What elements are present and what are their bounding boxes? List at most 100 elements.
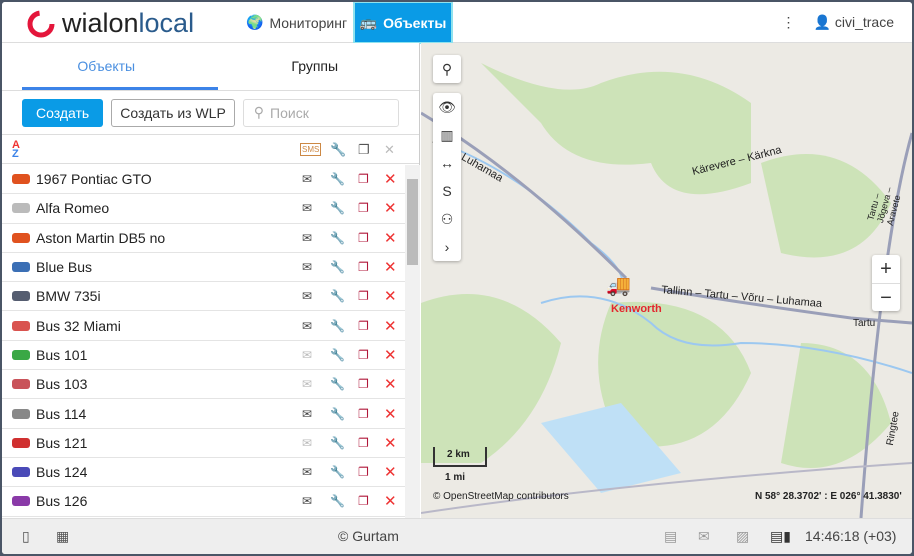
eye-icon[interactable]: 👁 bbox=[438, 93, 456, 121]
map-attribution[interactable]: © OpenStreetMap contributors bbox=[433, 491, 569, 502]
delete-icon[interactable]: ✕ bbox=[384, 346, 397, 364]
unit-row[interactable]: Bus 124 ✉ 🔧 ❐ ✕ bbox=[2, 458, 405, 488]
unit-row[interactable]: Bus 126 ✉ 🔧 ❐ ✕ bbox=[2, 487, 405, 517]
unit-name[interactable]: Bus 124 bbox=[36, 464, 87, 480]
map[interactable]: 🚚 Kenworth Tallinn – Tartu – Võru – Luha… bbox=[421, 43, 912, 518]
wrench-icon[interactable]: 🔧 bbox=[330, 436, 345, 450]
search-input[interactable]: ⚲ Поиск bbox=[242, 98, 399, 127]
unit-row[interactable]: Aston Martin DB5 no ✉ 🔧 ❐ ✕ bbox=[2, 224, 405, 253]
delete-icon[interactable]: ✕ bbox=[384, 229, 397, 247]
tab-objects[interactable]: Объекты bbox=[2, 43, 211, 90]
ruler-icon[interactable]: ↔ bbox=[440, 149, 454, 177]
copy-icon[interactable]: ❐ bbox=[358, 407, 369, 421]
delete-icon[interactable]: ✕ bbox=[384, 170, 397, 188]
zoom-out-button[interactable]: − bbox=[872, 283, 900, 311]
send-message-icon[interactable]: ✉ bbox=[302, 231, 312, 245]
unit-row[interactable]: Bus 32 Miami ✉ 🔧 ❐ ✕ bbox=[2, 311, 405, 341]
delete-icon[interactable]: ✕ bbox=[384, 434, 397, 452]
scrollbar-thumb[interactable] bbox=[407, 179, 418, 265]
copy-icon[interactable]: ❐ bbox=[358, 494, 369, 508]
delete-icon[interactable]: ✕ bbox=[384, 258, 397, 276]
send-message-icon[interactable]: ✉ bbox=[302, 289, 312, 303]
delete-icon[interactable]: ✕ bbox=[384, 287, 397, 305]
logo[interactable]: wialonlocal bbox=[26, 8, 194, 39]
send-message-icon[interactable]: ✉ bbox=[302, 348, 312, 362]
copy-icon[interactable]: ❐ bbox=[358, 201, 369, 215]
chevron-right-icon[interactable]: › bbox=[445, 233, 450, 261]
layout-icon[interactable]: ▤▮ bbox=[770, 528, 791, 545]
copy-icon[interactable]: ❐ bbox=[358, 289, 369, 303]
wrench-icon[interactable]: 🔧 bbox=[330, 377, 345, 391]
unit-row[interactable]: 1967 Pontiac GTO ✉ 🔧 ❐ ✕ bbox=[2, 165, 405, 195]
unit-name[interactable]: Bus 103 bbox=[36, 376, 87, 392]
map-layers-icon[interactable]: ▥ bbox=[440, 121, 453, 149]
user-menu[interactable]: 👤 civi_trace bbox=[814, 14, 894, 31]
wrench-icon[interactable]: 🔧 bbox=[330, 465, 345, 479]
wrench-icon[interactable]: 🔧 bbox=[330, 494, 345, 508]
tab-groups[interactable]: Группы bbox=[211, 43, 420, 90]
unit-name[interactable]: Bus 32 Miami bbox=[36, 318, 121, 334]
wrench-icon[interactable]: 🔧 bbox=[330, 231, 345, 245]
unit-marker-icon[interactable]: 🚚 bbox=[606, 273, 631, 298]
search-icon[interactable]: ⚲ bbox=[442, 55, 452, 83]
copy-icon[interactable]: ❐ bbox=[358, 172, 369, 186]
unit-name[interactable]: 1967 Pontiac GTO bbox=[36, 171, 152, 187]
unit-name[interactable]: Bus 101 bbox=[36, 347, 87, 363]
copy-icon[interactable]: ❐ bbox=[358, 436, 369, 450]
scrollbar[interactable] bbox=[405, 165, 420, 518]
send-message-icon[interactable]: ✉ bbox=[302, 201, 312, 215]
wrench-icon[interactable]: 🔧 bbox=[330, 407, 345, 421]
unit-row[interactable]: Bus 101 ✉ 🔧 ❐ ✕ bbox=[2, 341, 405, 371]
unit-name[interactable]: Blue Bus bbox=[36, 259, 92, 275]
copy-icon[interactable]: ❐ bbox=[358, 231, 369, 245]
unit-name[interactable]: BMW 735i bbox=[36, 288, 101, 304]
wrench-icon[interactable]: 🔧 bbox=[330, 319, 345, 333]
copy-icon[interactable]: ❐ bbox=[358, 260, 369, 274]
copy-icon[interactable]: ❐ bbox=[358, 377, 369, 391]
more-menu-icon[interactable]: ⋮ bbox=[782, 14, 796, 31]
wrench-icon[interactable]: 🔧 bbox=[330, 142, 346, 158]
unit-row[interactable]: Bus 103 ✉ 🔧 ❐ ✕ bbox=[2, 370, 405, 400]
delete-icon[interactable]: ✕ bbox=[384, 375, 397, 393]
copy-icon[interactable]: ❐ bbox=[358, 465, 369, 479]
copy-icon[interactable]: ❐ bbox=[358, 142, 370, 158]
unit-label[interactable]: Kenworth bbox=[611, 303, 662, 315]
unit-name[interactable]: Bus 114 bbox=[36, 406, 86, 422]
sms-icon[interactable]: SMS bbox=[300, 143, 322, 156]
send-message-icon[interactable]: ✉ bbox=[302, 260, 312, 274]
messages-icon[interactable]: ✉ bbox=[698, 528, 710, 545]
unit-row[interactable]: BMW 735i ✉ 🔧 ❐ ✕ bbox=[2, 282, 405, 312]
delete-icon[interactable]: ✕ bbox=[384, 199, 397, 217]
send-message-icon[interactable]: ✉ bbox=[302, 377, 312, 391]
delete-icon[interactable]: ✕ bbox=[384, 142, 395, 158]
unit-row[interactable]: Bus 121 ✉ 🔧 ❐ ✕ bbox=[2, 429, 405, 458]
unit-name[interactable]: Bus 121 bbox=[36, 435, 87, 451]
image-icon[interactable]: ▨ bbox=[736, 528, 749, 545]
panel-toggle-icon[interactable]: ▯ bbox=[22, 528, 30, 545]
send-message-icon[interactable]: ✉ bbox=[302, 319, 312, 333]
create-button[interactable]: Создать bbox=[22, 98, 104, 127]
delete-icon[interactable]: ✕ bbox=[384, 317, 397, 335]
unit-name[interactable]: Bus 126 bbox=[36, 493, 87, 509]
send-message-icon[interactable]: ✉ bbox=[302, 494, 312, 508]
route-icon[interactable]: S bbox=[442, 177, 451, 205]
wrench-icon[interactable]: 🔧 bbox=[330, 201, 345, 215]
unit-name[interactable]: Aston Martin DB5 no bbox=[36, 230, 165, 246]
send-message-icon[interactable]: ✉ bbox=[302, 436, 312, 450]
wrench-icon[interactable]: 🔧 bbox=[330, 348, 345, 362]
delete-icon[interactable]: ✕ bbox=[384, 405, 397, 423]
sort-az-icon[interactable]: AZ bbox=[12, 140, 20, 160]
send-message-icon[interactable]: ✉ bbox=[302, 465, 312, 479]
delete-icon[interactable]: ✕ bbox=[384, 463, 397, 481]
map-search-control[interactable]: ⚲ bbox=[433, 55, 461, 83]
unit-row[interactable]: Bus 114 ✉ 🔧 ❐ ✕ bbox=[2, 399, 405, 429]
wrench-icon[interactable]: 🔧 bbox=[330, 260, 345, 274]
zoom-in-button[interactable]: + bbox=[872, 255, 900, 283]
notifications-icon[interactable]: ▤ bbox=[664, 528, 677, 545]
nav-objects[interactable]: 🚌 Объекты bbox=[353, 2, 453, 44]
unit-name[interactable]: Alfa Romeo bbox=[36, 200, 109, 216]
geofence-icon[interactable]: ⚇ bbox=[441, 205, 454, 233]
nav-monitoring[interactable]: 🌍 Мониторинг bbox=[246, 2, 347, 43]
send-message-icon[interactable]: ✉ bbox=[302, 172, 312, 186]
wrench-icon[interactable]: 🔧 bbox=[330, 172, 345, 186]
